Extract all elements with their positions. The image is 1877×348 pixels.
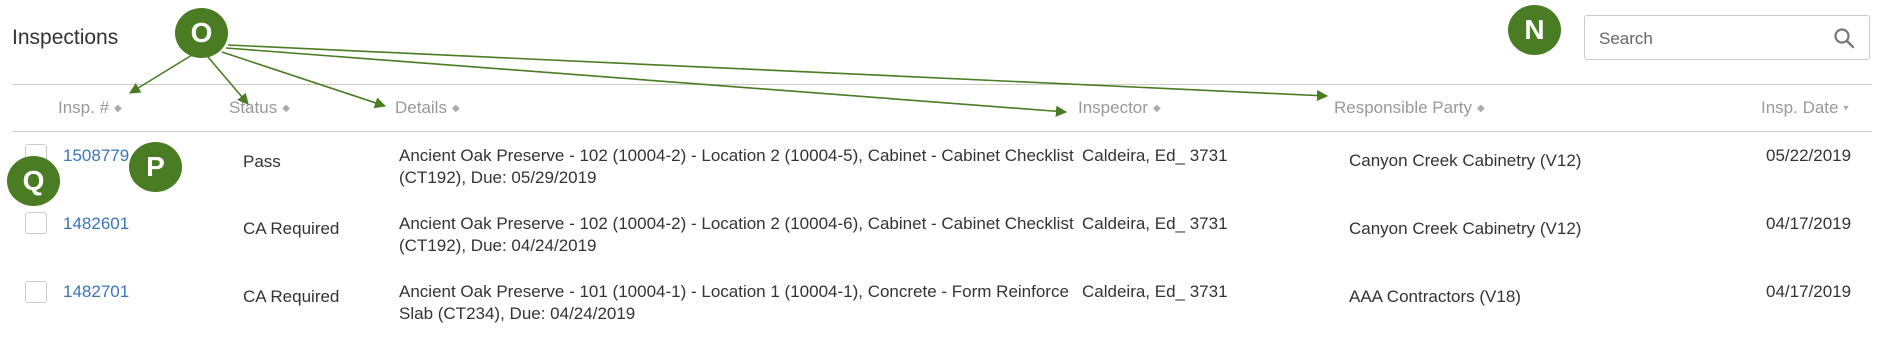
annotation-arrow [221,51,387,109]
annotation-badge-n: N [1508,5,1561,55]
annotation-badge-p: P [129,142,182,192]
annotation-arrow [207,56,249,105]
annotation-arrow [227,44,1329,102]
annotation-arrow [129,54,193,94]
annotation-arrows [129,44,1329,117]
annotation-arrow [225,47,1068,117]
annotation-badge-q: Q [7,156,60,206]
annotation-badge-o: O [175,8,228,58]
